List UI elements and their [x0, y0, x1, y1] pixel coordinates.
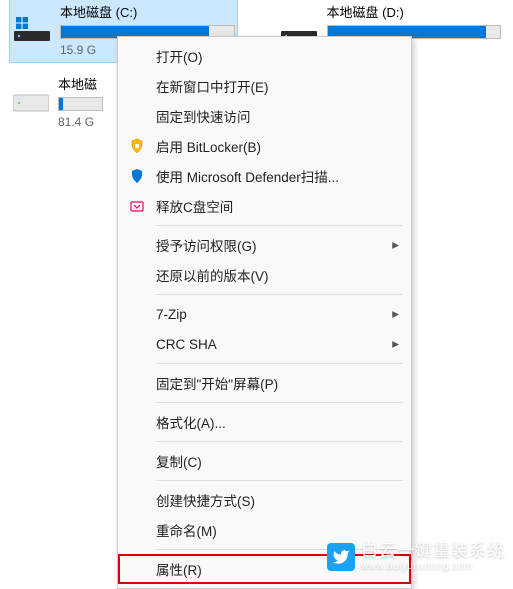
context-menu: 打开(O) 在新窗口中打开(E) 固定到快速访问 启用 BitLocker(B)…	[117, 36, 412, 589]
hdd-drive-icon	[12, 82, 50, 118]
drive-d-name: 本地磁盘 (D:)	[327, 2, 502, 21]
menu-restore-versions[interactable]: 还原以前的版本(V)	[118, 260, 411, 290]
menu-free-c-space[interactable]: 释放C盘空间	[118, 191, 411, 221]
menu-open[interactable]: 打开(O)	[118, 41, 411, 71]
menu-crc-sha[interactable]: CRC SHA ▸	[118, 329, 411, 359]
chevron-right-icon: ▸	[392, 306, 399, 322]
menu-grant-access[interactable]: 授予访问权限(G) ▸	[118, 230, 411, 260]
menu-separator	[156, 294, 403, 295]
menu-bitlocker[interactable]: 启用 BitLocker(B)	[118, 131, 411, 161]
menu-separator	[156, 402, 403, 403]
defender-shield-icon	[128, 167, 146, 185]
menu-defender-scan[interactable]: 使用 Microsoft Defender扫描...	[118, 161, 411, 191]
watermark-logo-icon	[327, 543, 355, 571]
menu-separator	[156, 225, 403, 226]
menu-format[interactable]: 格式化(A)...	[118, 407, 411, 437]
menu-7zip[interactable]: 7-Zip ▸	[118, 299, 411, 329]
menu-open-new-window[interactable]: 在新窗口中打开(E)	[118, 71, 411, 101]
menu-copy[interactable]: 复制(C)	[118, 446, 411, 476]
drive-e-free: 81.4 G	[58, 115, 103, 129]
bitlocker-icon	[128, 137, 146, 155]
watermark: 白云一键重装系统 www.baiyunxitong.com	[327, 542, 505, 572]
windows-drive-icon	[12, 10, 52, 46]
menu-pin-start[interactable]: 固定到"开始"屏幕(P)	[118, 368, 411, 398]
menu-separator	[156, 441, 403, 442]
drive-c-name: 本地磁盘 (C:)	[60, 2, 235, 21]
menu-create-shortcut[interactable]: 创建快捷方式(S)	[118, 485, 411, 515]
cleanup-icon	[128, 197, 146, 215]
watermark-title: 白云一键重装系统	[361, 542, 505, 561]
watermark-url: www.baiyunxitong.com	[361, 561, 505, 572]
chevron-right-icon: ▸	[392, 336, 399, 352]
menu-separator	[156, 480, 403, 481]
drive-e-name: 本地磁	[58, 74, 103, 93]
chevron-right-icon: ▸	[392, 237, 399, 253]
menu-separator	[156, 363, 403, 364]
drive-e[interactable]: 本地磁 81.4 G	[10, 72, 105, 131]
drive-e-usage-fill	[59, 98, 63, 110]
menu-pin-quick-access[interactable]: 固定到快速访问	[118, 101, 411, 131]
drive-e-usage-bar	[58, 97, 103, 111]
